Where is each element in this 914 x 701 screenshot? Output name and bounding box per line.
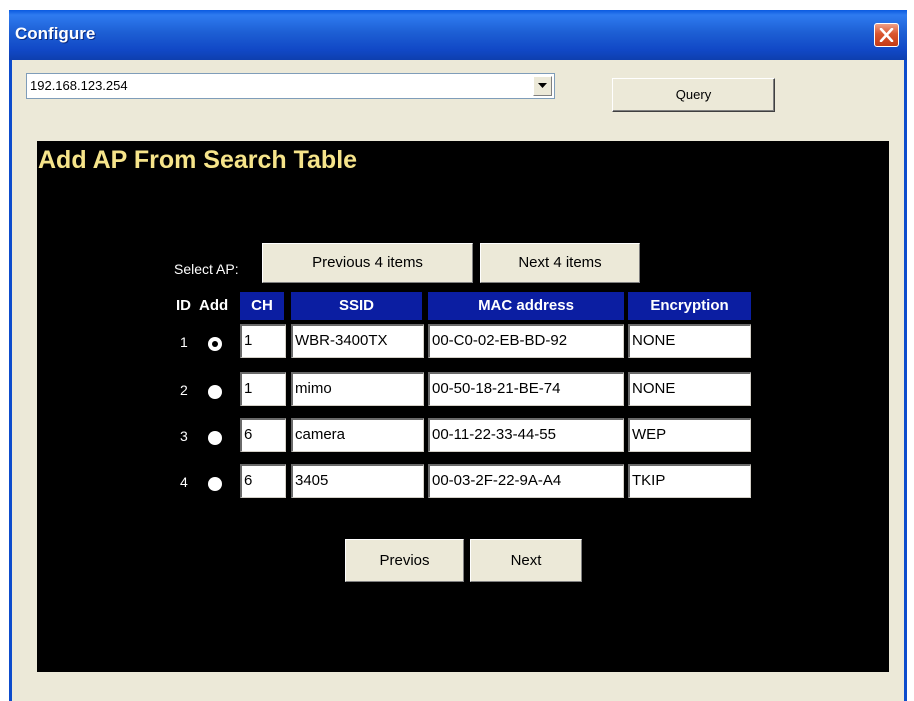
ssid-cell[interactable]: mimo: [291, 372, 424, 406]
column-header-ssid: SSID: [291, 292, 422, 320]
encryption-cell[interactable]: TKIP: [628, 464, 751, 498]
channel-cell[interactable]: 1: [240, 372, 286, 406]
encryption-cell[interactable]: NONE: [628, 372, 751, 406]
close-icon: [879, 28, 894, 42]
mac-address-cell[interactable]: 00-50-18-21-BE-74: [428, 372, 624, 406]
query-button[interactable]: Query: [612, 78, 775, 112]
close-button[interactable]: [874, 23, 899, 47]
column-header-mac: MAC address: [428, 292, 624, 320]
combobox-dropdown-button[interactable]: [533, 76, 552, 96]
add-radio-row-2[interactable]: [208, 385, 222, 399]
mac-address-cell[interactable]: 00-03-2F-22-9A-A4: [428, 464, 624, 498]
radio-selected-dot: [212, 341, 218, 347]
previous-4-items-button[interactable]: Previous 4 items: [262, 243, 473, 283]
select-ap-label: Select AP:: [174, 261, 239, 277]
previous-page-button[interactable]: Previos: [345, 539, 464, 582]
row-id: 3: [180, 428, 188, 444]
mac-address-cell[interactable]: 00-C0-02-EB-BD-92: [428, 324, 624, 358]
window-frame-left: [9, 60, 12, 701]
mac-address-cell[interactable]: 00-11-22-33-44-55: [428, 418, 624, 452]
search-table-panel: Add AP From Search Table: [37, 141, 889, 672]
add-radio-row-1[interactable]: [208, 337, 222, 351]
ip-address-value: 192.168.123.254: [30, 78, 128, 93]
channel-cell[interactable]: 6: [240, 418, 286, 452]
column-header-id: ID: [176, 297, 191, 314]
row-id: 4: [180, 474, 188, 490]
chevron-down-icon: [538, 83, 547, 88]
column-header-encryption: Encryption: [628, 292, 751, 320]
ip-address-combobox[interactable]: 192.168.123.254: [26, 73, 555, 99]
next-page-button[interactable]: Next: [470, 539, 582, 582]
window-frame-right: [904, 60, 907, 701]
encryption-cell[interactable]: WEP: [628, 418, 751, 452]
add-radio-row-4[interactable]: [208, 477, 222, 491]
ssid-cell[interactable]: camera: [291, 418, 424, 452]
column-header-ch: CH: [240, 292, 284, 320]
column-header-add: Add: [199, 297, 229, 314]
ssid-cell[interactable]: WBR-3400TX: [291, 324, 424, 358]
encryption-cell[interactable]: NONE: [628, 324, 751, 358]
channel-cell[interactable]: 1: [240, 324, 286, 358]
title-bar[interactable]: Configure: [9, 10, 907, 60]
add-radio-row-3[interactable]: [208, 431, 222, 445]
channel-cell[interactable]: 6: [240, 464, 286, 498]
row-id: 1: [180, 334, 188, 350]
window-title: Configure: [15, 24, 96, 43]
panel-title: Add AP From Search Table: [38, 146, 358, 174]
row-id: 2: [180, 382, 188, 398]
next-4-items-button[interactable]: Next 4 items: [480, 243, 640, 283]
ssid-cell[interactable]: 3405: [291, 464, 424, 498]
